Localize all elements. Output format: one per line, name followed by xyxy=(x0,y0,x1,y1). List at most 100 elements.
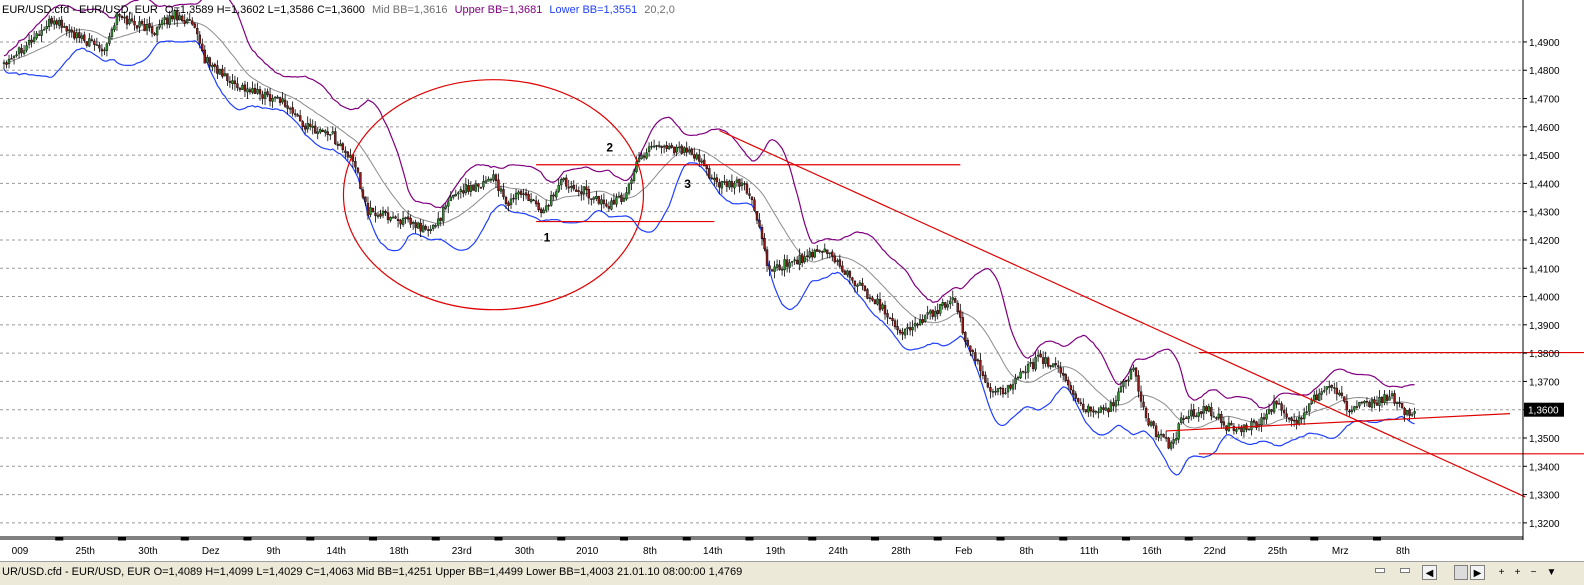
candle-body xyxy=(30,39,33,43)
candle-body xyxy=(544,205,548,211)
candle-body xyxy=(449,196,452,202)
candle-body xyxy=(763,238,766,250)
scroll-left-button[interactable]: ◀ xyxy=(1422,565,1437,580)
candle-body xyxy=(1222,421,1226,426)
candle-body xyxy=(509,198,513,206)
candle-body xyxy=(793,259,796,262)
candle-body xyxy=(996,388,1000,393)
x-tick-label: 23rd xyxy=(452,546,472,557)
candle-body xyxy=(560,179,563,186)
candle-body xyxy=(745,183,749,194)
candle-body xyxy=(1242,424,1246,432)
candle-body xyxy=(1087,405,1090,413)
candle-body xyxy=(597,196,601,204)
candle-body xyxy=(384,211,387,214)
zoom-out-button[interactable]: − xyxy=(1527,565,1540,580)
x-tick-label: 9th xyxy=(267,546,281,557)
candle-body xyxy=(489,179,493,181)
candle-body xyxy=(442,207,445,222)
candle-body xyxy=(336,143,340,146)
candle-body xyxy=(389,216,392,221)
candle-body xyxy=(552,194,555,197)
chart-info-line: EUR/USD.cfd - EUR/USD, EUR O=1,3589 H=1,… xyxy=(2,3,679,17)
candle-body xyxy=(1187,416,1190,419)
candle-body xyxy=(1230,422,1233,426)
candle-body xyxy=(783,259,786,271)
candle-body xyxy=(1297,416,1301,425)
candle-body xyxy=(921,319,924,323)
candle-body xyxy=(288,107,292,110)
candle-body xyxy=(758,219,761,228)
candle-body xyxy=(632,170,636,181)
candle xyxy=(359,172,362,190)
candle-body xyxy=(1207,406,1211,412)
candle-body xyxy=(728,180,731,188)
candle-body xyxy=(42,29,46,31)
hide-panel-button[interactable]: ▼ xyxy=(1545,565,1558,580)
candle-body xyxy=(231,80,234,84)
candle-body xyxy=(138,21,141,28)
annotation-label: 1 xyxy=(544,230,551,244)
candle-body xyxy=(133,20,136,26)
candle-body xyxy=(1272,401,1276,413)
x-tick-label: 11th xyxy=(1080,546,1099,557)
candle-body xyxy=(662,145,666,148)
candle-body xyxy=(437,218,440,226)
candle-body xyxy=(680,145,683,154)
zoom-in-button[interactable]: + xyxy=(1511,565,1524,580)
candle-body xyxy=(527,194,530,202)
candle-body xyxy=(296,114,299,117)
candle-body xyxy=(685,147,688,153)
candle-body xyxy=(677,146,681,149)
candle-body xyxy=(1343,396,1346,402)
candle-body xyxy=(612,199,616,205)
candle-body xyxy=(926,312,929,315)
annotation-label: 3 xyxy=(684,177,691,191)
candle-body xyxy=(153,33,156,36)
price-chart[interactable]: 1 2 3 1,4900 1,4800 1,4700 1,4600 1,4500 1,4400… xyxy=(0,0,1584,561)
candle-body xyxy=(1082,403,1085,410)
candle-body xyxy=(1338,392,1341,395)
candle-body xyxy=(700,160,703,163)
candle-body xyxy=(941,302,944,306)
candle xyxy=(1129,368,1133,380)
candle-body xyxy=(1185,417,1188,420)
candle-body xyxy=(78,32,81,38)
candle-body xyxy=(354,161,357,168)
candle-body xyxy=(949,300,952,305)
candle-body xyxy=(803,256,806,262)
candle-body xyxy=(971,350,975,352)
candle-body xyxy=(1277,403,1281,405)
candle-body xyxy=(311,125,314,128)
candle-body xyxy=(1014,378,1017,385)
candle-body xyxy=(155,27,159,36)
crosshair-button[interactable]: + xyxy=(1495,565,1508,580)
candle-body xyxy=(1202,405,1205,414)
candle-body xyxy=(261,94,264,99)
candle-body xyxy=(1139,391,1143,402)
candle-body xyxy=(85,41,89,46)
candle-body xyxy=(258,89,262,95)
candle-body xyxy=(1174,438,1178,441)
status-text: UR/USD.cfd - EUR/USD, EUR O=1,4089 H=1,4… xyxy=(2,566,743,578)
candle-body xyxy=(1112,402,1115,407)
candle-body xyxy=(53,20,56,25)
candle-body xyxy=(150,26,154,34)
chart-window[interactable]: 1 2 3 1,4900 1,4800 1,4700 1,4600 1,4500 1,4400… xyxy=(0,0,1584,585)
candle-body xyxy=(1029,362,1032,364)
candle-body xyxy=(447,201,450,207)
candle-body xyxy=(896,326,899,331)
candle-body xyxy=(223,73,227,77)
candle-body xyxy=(770,269,774,272)
candle-body xyxy=(1405,410,1409,415)
candle-body xyxy=(404,217,407,220)
candle-body xyxy=(595,196,598,199)
candle-body xyxy=(1021,370,1025,373)
candle-body xyxy=(755,210,759,221)
candle-body xyxy=(226,73,229,81)
candle-body xyxy=(650,145,653,148)
scroll-thumb[interactable] xyxy=(1454,565,1468,580)
scroll-right-button[interactable]: ▶ xyxy=(1470,565,1485,580)
candle-body xyxy=(281,98,284,103)
candle-body xyxy=(1393,393,1396,404)
